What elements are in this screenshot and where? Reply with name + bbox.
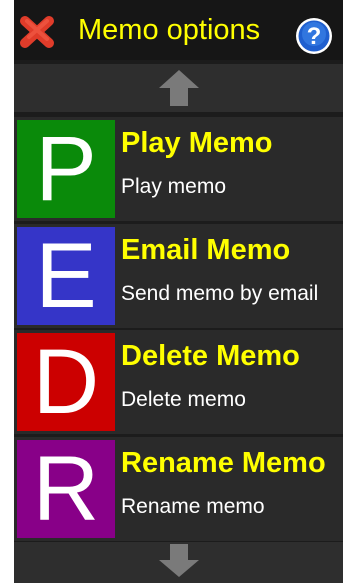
menu-item-rename[interactable]: R Rename Memo Rename memo	[14, 437, 343, 541]
close-icon[interactable]	[19, 15, 55, 49]
scroll-up-button[interactable]	[14, 64, 343, 112]
menu-item-subtitle: Delete memo	[121, 388, 246, 411]
menu-item-title: Rename Memo	[121, 447, 326, 479]
menu-item-title: Email Memo	[121, 234, 291, 266]
help-icon[interactable]: ?	[295, 17, 333, 55]
menu-item-delete[interactable]: D Delete Memo Delete memo	[14, 330, 343, 434]
menu-item-subtitle: Send memo by email	[121, 282, 319, 305]
arrow-up-icon	[159, 70, 199, 106]
arrow-down-icon	[159, 544, 199, 577]
menu-item-title: Delete Memo	[121, 340, 300, 372]
letter-tile-rename: R	[17, 440, 115, 538]
title-bar: Memo options ?	[14, 0, 343, 60]
svg-text:?: ?	[307, 23, 322, 50]
menu-item-title: Play Memo	[121, 127, 273, 159]
menu-item-subtitle: Play memo	[121, 175, 227, 198]
page-title: Memo options	[78, 14, 261, 46]
letter-tile-delete: D	[17, 333, 115, 431]
menu-item-subtitle: Rename memo	[121, 495, 265, 518]
app-screen: Memo options ? P Play Memo Play memo E E…	[14, 0, 343, 583]
menu-item-email[interactable]: E Email Memo Send memo by email	[14, 224, 343, 328]
letter-tile-email: E	[17, 227, 115, 325]
scroll-down-button[interactable]	[14, 542, 343, 583]
letter-tile-play: P	[17, 120, 115, 218]
menu-item-play[interactable]: P Play Memo Play memo	[14, 117, 343, 221]
